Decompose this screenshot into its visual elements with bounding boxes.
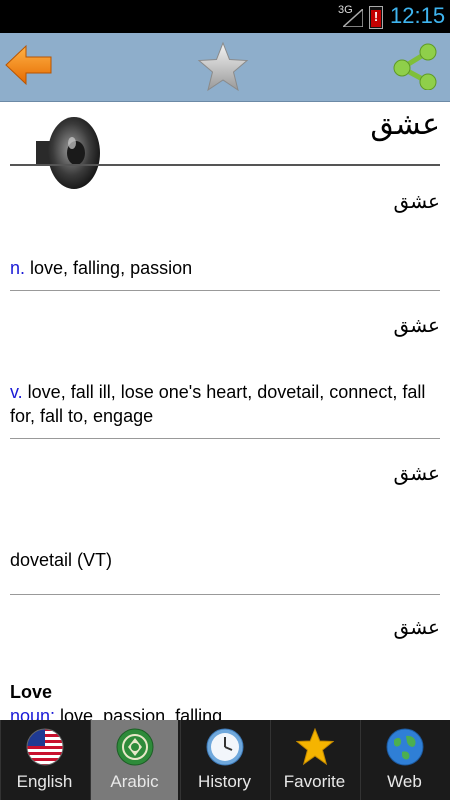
entry-divider [10,594,440,595]
battery-icon: ! [369,6,383,29]
part-of-speech: noun: [10,706,56,720]
us-flag-icon [26,728,64,766]
action-bar [0,33,450,102]
entry-definition: noun: love, passion, falling [10,704,440,720]
tab-english[interactable]: English [0,720,88,800]
definition-text: love, passion, falling [55,706,223,720]
entry-arabic: عشق [393,463,440,485]
entry-title: Love [10,682,53,702]
headword: عشق [370,107,440,142]
clock-icon [206,728,244,766]
tab-label: Web [387,772,422,791]
part-of-speech: v. [10,382,23,402]
entry-divider [10,290,440,291]
header-divider [10,164,440,166]
battery-warning-mark: ! [373,9,379,24]
star-icon [296,728,334,766]
tab-history[interactable]: History [180,720,268,800]
tab-label: English [16,772,73,791]
signal-icon [343,9,363,27]
back-arrow-icon[interactable] [4,43,54,87]
tab-label: Favorite [283,772,346,791]
tab-label: History [198,772,251,791]
tab-web[interactable]: Web [360,720,448,800]
bottom-tab-bar: English Arabic History Favorite Web [0,720,450,800]
entry-arabic: عشق [393,191,440,213]
entry-definition: n. love, falling, passion [10,256,440,280]
definition-content[interactable]: عشق عشق n. love, falling, passion عشق v.… [0,101,450,720]
entry-definition: v. love, fall ill, lose one's heart, dov… [10,380,440,428]
definition-text: love, falling, passion [25,258,193,278]
tab-arabic[interactable]: Arabic [90,720,178,800]
entry-2: عشق v. love, fall ill, lose one's heart,… [10,313,440,439]
tab-label: Arabic [110,772,159,791]
entry-arabic: عشق [393,315,440,337]
arab-league-emblem-icon [116,728,154,766]
share-icon[interactable] [390,42,440,90]
entry-3: عشق dovetail (VT) [10,461,440,595]
favorite-star-icon[interactable] [196,41,250,93]
tab-favorite[interactable]: Favorite [270,720,358,800]
status-bar: 3G ! 12:15 [0,0,450,33]
part-of-speech: n. [10,258,26,278]
clock-time: 12:15 [390,3,446,28]
entry-arabic: عشق [393,617,440,639]
entry-divider [10,438,440,439]
entry-definition: dovetail (VT) [10,550,113,570]
globe-icon [386,728,424,766]
definition-text: love, fall ill, lose one's heart, doveta… [10,382,426,426]
entry-4: عشق Love noun: love, passion, falling [10,615,440,720]
speaker-icon[interactable] [34,113,104,193]
entry-1: عشق n. love, falling, passion [10,189,440,291]
